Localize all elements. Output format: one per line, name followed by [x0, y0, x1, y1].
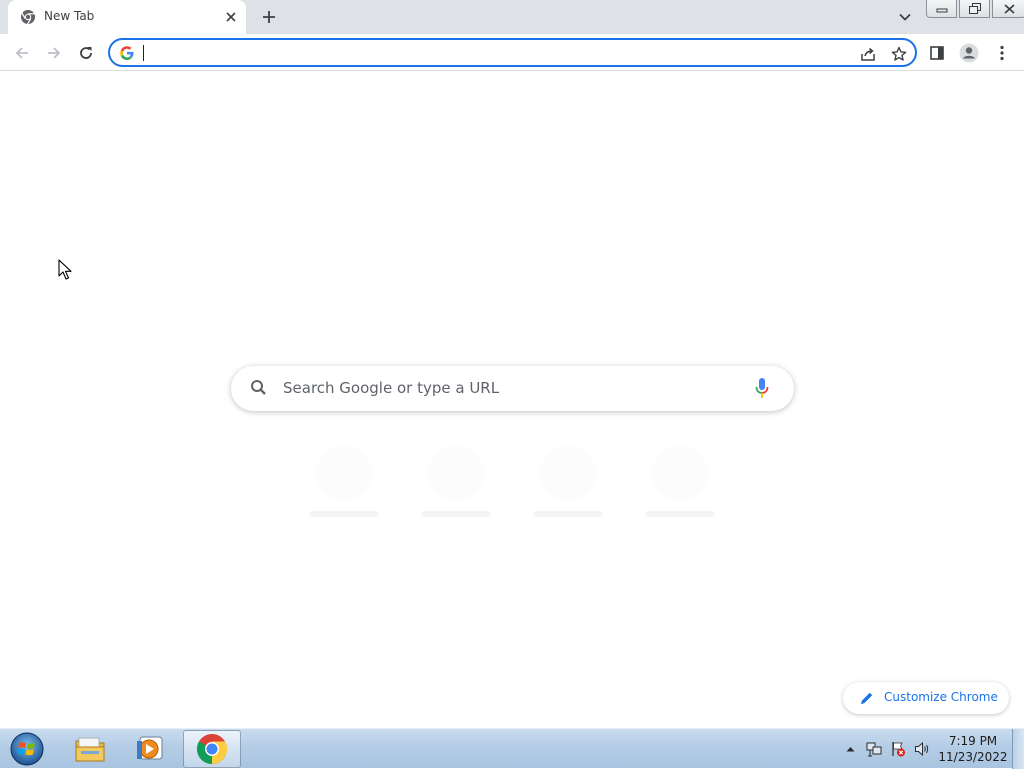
- start-button[interactable]: [7, 730, 47, 768]
- shortcut-label-placeholder: [533, 511, 603, 517]
- shortcut-tile[interactable]: [316, 445, 372, 501]
- chrome-favicon-icon: [21, 10, 35, 25]
- shortcut-label-placeholder: [309, 511, 379, 517]
- search-icon: [251, 380, 266, 395]
- side-panel-icon: [930, 46, 944, 60]
- new-tab-button[interactable]: [258, 6, 280, 28]
- shortcut-label-placeholder: [421, 511, 491, 517]
- mouse-pointer-icon: [58, 259, 72, 280]
- tab-close-button[interactable]: [222, 8, 240, 26]
- taskbar-media-player[interactable]: [121, 730, 179, 768]
- arrow-right-icon: [48, 47, 61, 59]
- google-g-icon: [120, 46, 134, 60]
- close-icon: [226, 12, 236, 22]
- shortcut-tile[interactable]: [428, 445, 484, 501]
- speaker-icon: [915, 741, 929, 757]
- browser-toolbar: [0, 34, 1024, 71]
- tab-title: New Tab: [44, 9, 95, 23]
- shortcut-tile[interactable]: [652, 445, 708, 501]
- chevron-down-icon: [899, 13, 911, 21]
- minimize-icon: [936, 8, 947, 12]
- restore-icon: [968, 3, 981, 14]
- chrome-menu-button[interactable]: [989, 40, 1015, 66]
- window-controls: [926, 0, 1024, 18]
- reload-button[interactable]: [73, 40, 99, 66]
- chrome-icon: [196, 734, 228, 764]
- shortcut-tile[interactable]: [540, 445, 596, 501]
- tab-new-tab[interactable]: New Tab: [8, 0, 246, 34]
- bookmark-button[interactable]: [889, 44, 909, 64]
- tray-network[interactable]: [864, 729, 884, 769]
- tray-volume[interactable]: [912, 729, 932, 769]
- shortcut-label-placeholder: [645, 511, 715, 517]
- microphone-icon[interactable]: [754, 377, 770, 399]
- plus-icon: [263, 11, 275, 23]
- minimize-button[interactable]: [926, 0, 957, 18]
- media-player-icon: [137, 736, 163, 760]
- new-tab-page: Search Google or type a URL Customize Ch…: [0, 71, 1024, 728]
- address-input[interactable]: [142, 42, 842, 63]
- tab-strip: New Tab: [0, 0, 1024, 34]
- tab-search-button[interactable]: [894, 7, 916, 27]
- text-caret: [143, 45, 144, 61]
- forward-button[interactable]: [41, 40, 67, 66]
- window-close-button[interactable]: [992, 0, 1024, 18]
- arrow-left-icon: [15, 47, 28, 59]
- share-button[interactable]: [858, 44, 878, 64]
- restore-button[interactable]: [959, 0, 990, 18]
- reload-icon: [80, 47, 92, 59]
- taskbar-chrome[interactable]: [183, 730, 241, 768]
- tray-show-hidden[interactable]: [842, 729, 858, 769]
- show-desktop-button[interactable]: [1012, 729, 1024, 769]
- share-icon: [861, 47, 875, 61]
- chevron-up-icon: [846, 747, 854, 752]
- pencil-icon: [861, 692, 873, 704]
- back-button[interactable]: [9, 40, 35, 66]
- side-panel-button[interactable]: [924, 40, 950, 66]
- close-icon: [1003, 3, 1015, 14]
- file-explorer-icon: [75, 737, 105, 762]
- taskbar-file-explorer[interactable]: [61, 730, 119, 768]
- network-icon: [866, 742, 882, 757]
- kebab-menu-icon: [1000, 45, 1004, 61]
- avatar-icon: [959, 43, 979, 63]
- customize-chrome-label: Customize Chrome: [884, 690, 998, 704]
- customize-chrome-button[interactable]: Customize Chrome: [843, 682, 1009, 714]
- clock-date: 11/23/2022: [938, 750, 1008, 764]
- ntp-search-placeholder: Search Google or type a URL: [283, 379, 500, 397]
- profile-button[interactable]: [956, 40, 982, 66]
- star-icon: [891, 46, 907, 61]
- tray-action-center[interactable]: [888, 729, 908, 769]
- windows-start-icon: [10, 732, 44, 766]
- clock-time: 7:19 PM: [948, 734, 998, 748]
- windows-taskbar: 7:19 PM 11/23/2022: [0, 728, 1024, 769]
- address-bar[interactable]: [108, 38, 917, 67]
- system-clock[interactable]: 7:19 PM 11/23/2022: [938, 733, 1008, 765]
- flag-alert-icon: [892, 742, 905, 757]
- ntp-search-box[interactable]: Search Google or type a URL: [231, 366, 794, 411]
